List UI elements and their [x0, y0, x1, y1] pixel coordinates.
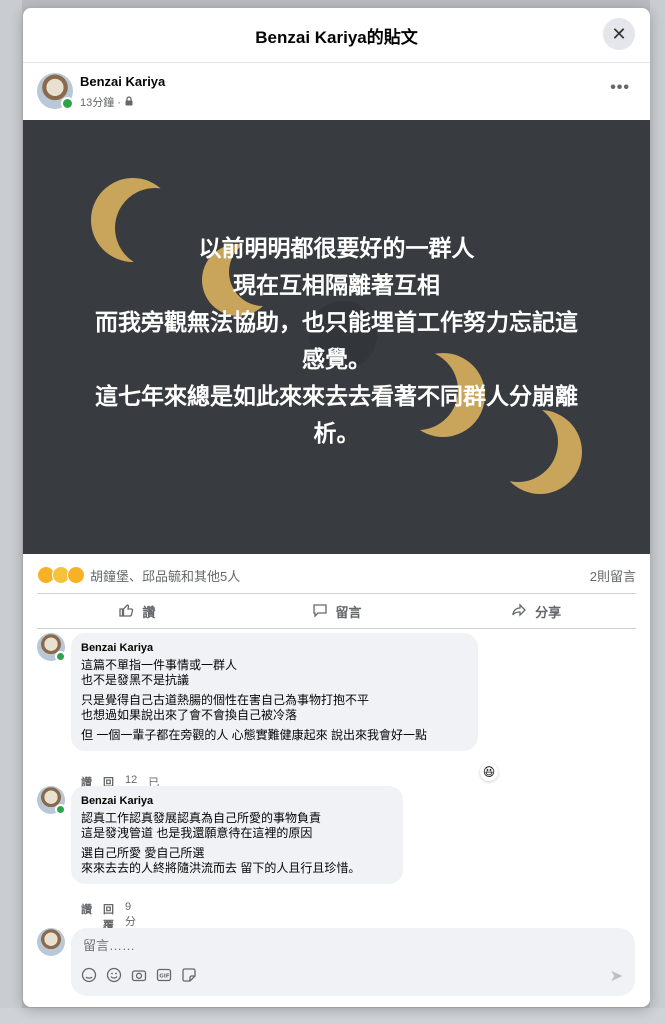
svg-text:GIF: GIF [159, 974, 170, 980]
comment-reaction-icon[interactable]: 😆 [480, 763, 498, 781]
comment-line: 來來去去的人終將隨洪流而去 留下的人且行且珍惜。 [81, 861, 361, 875]
comment-author[interactable]: Benzai Kariya [81, 794, 391, 809]
post-image[interactable]: 以前明明都很要好的一群人 現在互相隔離著互相 而我旁觀無法協助，也只能埋首工作努… [23, 120, 650, 554]
commenter-avatar[interactable] [37, 633, 66, 662]
author-avatar[interactable] [37, 73, 74, 110]
like-label: 讚 [142, 604, 156, 620]
comment-count[interactable]: 2則留言 [590, 566, 636, 585]
share-arrow-icon [511, 602, 527, 621]
comment-bubble-icon [312, 602, 328, 621]
share-label: 分享 [535, 604, 562, 620]
composer-tools: GIF [81, 967, 197, 983]
modal-title: Benzai Kariya的貼文 [255, 27, 418, 47]
camera-icon[interactable] [131, 967, 147, 983]
modal-header: Benzai Kariya的貼文 ✕ [23, 8, 650, 63]
post-text-line: 現在互相隔離著互相 [233, 272, 440, 298]
comment-line: 但 一個一輩子都在旁觀的人 心態實難健康起來 說出來我會好一點 [81, 728, 428, 742]
comment-bubble: Benzai Kariya 這篇不單指一件事情或一群人 也不是發黑不是抗議 只是… [71, 633, 478, 751]
sticker-icon[interactable] [181, 967, 197, 983]
comment-line: 這篇不單指一件事情或一群人 [81, 658, 238, 672]
emoji-icon[interactable] [106, 967, 122, 983]
post-text: 以前明明都很要好的一群人 現在互相隔離著互相 而我旁觀無法協助，也只能埋首工作努… [23, 230, 650, 452]
comment-bubble: Benzai Kariya 認真工作認真發展認真為自己所愛的事物負責 這是發洩管… [71, 786, 403, 884]
close-icon: ✕ [611, 23, 627, 44]
background-page-bottom [0, 1008, 665, 1024]
post-text-line: 這七年來總是如此來來去去看著不同群人分崩離 [95, 383, 578, 409]
background-page-left [0, 0, 22, 1024]
comment-line: 這是發洩管道 也是我還願意待在這裡的原因 [81, 826, 313, 840]
online-status-dot [61, 97, 74, 110]
post-text-line: 而我旁觀無法協助，也只能埋首工作努力忘記這 [95, 309, 578, 335]
comment-paragraph: 但 一個一輩子都在旁觀的人 心態實難健康起來 說出來我會好一點 [81, 728, 466, 743]
post-author-name[interactable]: Benzai Kariya [80, 74, 165, 89]
comment-paragraph: 只是覺得自己古道熱腸的個性在害自己為事物打抱不平 也想過如果說出來了會不會換自己… [81, 693, 466, 723]
commenter-avatar[interactable] [37, 786, 66, 815]
background-page-right [650, 0, 665, 1024]
lock-icon [124, 95, 134, 109]
send-icon[interactable]: ➤ [610, 966, 623, 986]
online-status-dot [55, 804, 66, 815]
comment-line: 只是覺得自己古道熱腸的個性在害自己為事物打抱不平 [81, 693, 370, 707]
comment-line: 也想過如果說出來了會不會換自己被冷落 [81, 708, 298, 722]
comment-paragraph: 這篇不單指一件事情或一群人 也不是發黑不是抗議 [81, 658, 466, 688]
post-text-line: 感覺。 [302, 346, 371, 372]
share-button[interactable]: 分享 [436, 602, 636, 621]
comment-line: 也不是發黑不是抗議 [81, 673, 190, 687]
wow-reaction-icon [67, 566, 85, 584]
post-text-line: 以前明明都很要好的一群人 [198, 235, 475, 261]
reactions-row: 胡鐘堡、邱品毓和其他5人 2則留言 [37, 564, 636, 586]
more-options-icon[interactable]: ••• [610, 79, 630, 97]
comment-composer: GIF ➤ [37, 928, 637, 998]
thumbs-up-icon [118, 602, 134, 621]
close-button[interactable]: ✕ [603, 18, 635, 50]
comment-author[interactable]: Benzai Kariya [81, 641, 466, 656]
comment-input[interactable] [81, 937, 485, 954]
post-time[interactable]: 13分鐘 · [80, 94, 121, 110]
post-text-line: 析。 [313, 420, 360, 446]
post-meta: 13分鐘 · [80, 94, 134, 110]
comment-label: 留言 [335, 604, 362, 620]
comment-input-box[interactable]: GIF ➤ [71, 928, 635, 996]
avatar-sticker-icon[interactable] [81, 967, 97, 983]
like-button[interactable]: 讚 [37, 602, 237, 621]
reaction-icons[interactable] [37, 566, 85, 584]
online-status-dot [55, 651, 66, 662]
comment-line: 選自己所愛 愛自己所選 [81, 846, 205, 860]
comment-paragraph: 認真工作認真發展認真為自己所愛的事物負責 這是發洩管道 也是我還願意待在這裡的原… [81, 811, 391, 841]
gif-icon[interactable]: GIF [156, 967, 172, 983]
comment-line: 認真工作認真發展認真為自己所愛的事物負責 [81, 811, 322, 825]
post-action-bar: 讚 留言 分享 [37, 593, 636, 629]
comment-paragraph: 選自己所愛 愛自己所選 來來去去的人終將隨洪流而去 留下的人且行且珍惜。 [81, 846, 391, 876]
post-modal: Benzai Kariya的貼文 ✕ Benzai Kariya 13分鐘 · … [23, 8, 650, 1007]
viewer-avatar[interactable] [37, 928, 65, 956]
comment-button[interactable]: 留言 [237, 602, 437, 621]
reaction-summary[interactable]: 胡鐘堡、邱品毓和其他5人 [90, 566, 240, 585]
